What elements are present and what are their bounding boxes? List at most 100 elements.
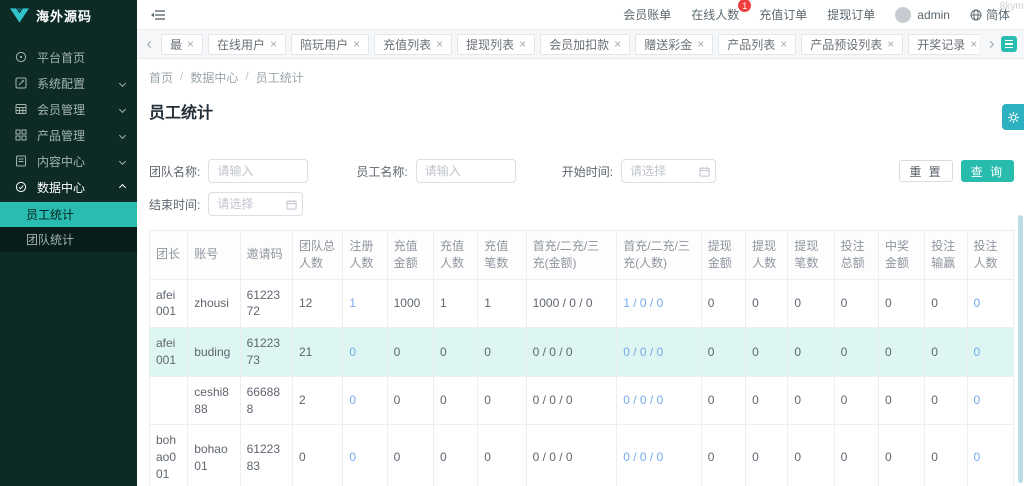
close-tab-icon[interactable]: ×	[780, 38, 787, 50]
sidebar-item-5[interactable]: 数据中心	[0, 174, 137, 200]
cell-link[interactable]: 0 / 0 / 0	[617, 376, 702, 425]
cell-link[interactable]: 0 / 0 / 0	[617, 425, 702, 486]
column-header-8: 首充/二充/三充(金额)	[526, 231, 617, 280]
sidebar-item-1[interactable]: 系统配置	[0, 70, 137, 96]
end-time-input[interactable]	[208, 192, 303, 216]
recharge-orders-link[interactable]: 充值订单	[759, 6, 807, 23]
cell-link[interactable]: 0 / 0 / 0	[617, 328, 702, 377]
cell: 0	[788, 328, 834, 377]
close-tab-icon[interactable]: ×	[970, 38, 977, 50]
cell-link[interactable]: 0	[967, 425, 1013, 486]
breadcrumb-home[interactable]: 首页	[149, 69, 173, 86]
sidebar-subitem-0[interactable]: 员工统计	[0, 202, 137, 227]
withdraw-orders-link[interactable]: 提现订单	[827, 6, 875, 23]
username: admin	[917, 8, 950, 22]
table-row-2[interactable]: ceshi888666888200000 / 0 / 00 / 0 / 0000…	[150, 376, 1014, 425]
cell-link[interactable]: 1 / 0 / 0	[617, 279, 702, 328]
cell: 1000	[387, 279, 433, 328]
close-tab-icon[interactable]: ×	[436, 38, 443, 50]
cell: 0	[834, 279, 878, 328]
tab-bar: 最×在线用户×陪玩用户×充值列表×提现列表×会员加扣款×赠送彩金×产品列表×产品…	[137, 30, 1024, 59]
sidebar-item-0[interactable]: 平台首页	[0, 44, 137, 70]
column-header-13: 投注总额	[834, 231, 878, 280]
end-time-group: 结束时间:	[149, 192, 303, 216]
column-header-14: 中奖金额	[878, 231, 924, 280]
config-icon	[15, 77, 27, 89]
chevron-down-icon	[119, 131, 126, 138]
close-tab-icon[interactable]: ×	[353, 38, 360, 50]
tab-7[interactable]: 产品列表×	[718, 34, 796, 55]
query-button[interactable]: 查 询	[961, 160, 1014, 182]
cell: 0	[387, 328, 433, 377]
team-name-input[interactable]	[208, 159, 308, 183]
tab-options-icon[interactable]	[1001, 36, 1017, 52]
settings-gear-button[interactable]	[1002, 104, 1024, 130]
tab-0[interactable]: 最×	[161, 34, 203, 55]
column-header-12: 提现笔数	[788, 231, 834, 280]
tab-9[interactable]: 开奖记录×	[908, 34, 979, 55]
sidebar-item-label: 内容中心	[37, 153, 120, 170]
user-menu[interactable]: admin	[895, 7, 950, 23]
tabs-scroll-left-icon[interactable]	[144, 42, 156, 47]
sidebar-subitem-1[interactable]: 团队统计	[0, 227, 137, 252]
logo-icon	[10, 8, 29, 23]
cell-link[interactable]: 0	[343, 328, 387, 377]
cell-link[interactable]: 0	[967, 279, 1013, 328]
cell: 0	[433, 376, 477, 425]
cell-link[interactable]: 0	[343, 376, 387, 425]
column-header-9: 首充/二充/三充(人数)	[617, 231, 702, 280]
tab-3[interactable]: 充值列表×	[374, 34, 452, 55]
app-title: 海外源码	[36, 6, 92, 25]
content-icon	[15, 155, 27, 167]
table-row-1[interactable]: afei001buding61223732100000 / 0 / 00 / 0…	[150, 328, 1014, 377]
cell: 0	[834, 376, 878, 425]
member-bills-link[interactable]: 会员账单	[623, 6, 671, 23]
sidebar-item-2[interactable]: 会员管理	[0, 96, 137, 122]
reset-button[interactable]: 重 置	[899, 160, 952, 182]
tab-6[interactable]: 赠送彩金×	[635, 34, 713, 55]
close-tab-icon[interactable]: ×	[270, 38, 277, 50]
close-tab-icon[interactable]: ×	[887, 38, 894, 50]
vertical-scrollbar[interactable]	[1018, 215, 1023, 483]
cell: 0 / 0 / 0	[526, 376, 617, 425]
tab-8[interactable]: 产品预设列表×	[801, 34, 903, 55]
end-time-label: 结束时间:	[149, 196, 200, 213]
tab-5[interactable]: 会员加扣款×	[540, 34, 630, 55]
table-row-0[interactable]: afei001zhousi61223721211000111000 / 0 / …	[150, 279, 1014, 328]
header-menu: 会员账单 在线人数 1 充值订单 提现订单 admin 简体	[623, 6, 1010, 23]
collapse-sidebar-icon[interactable]	[151, 9, 166, 21]
cell-link[interactable]: 0	[343, 425, 387, 486]
cell-link[interactable]: 0	[967, 328, 1013, 377]
sidebar-submenu: 员工统计团队统计	[0, 202, 137, 252]
online-users-link[interactable]: 在线人数 1	[691, 6, 739, 23]
start-time-group: 开始时间:	[562, 159, 716, 183]
sidebar-item-4[interactable]: 内容中心	[0, 148, 137, 174]
close-tab-icon[interactable]: ×	[187, 38, 194, 50]
tab-2[interactable]: 陪玩用户×	[291, 34, 369, 55]
close-tab-icon[interactable]: ×	[697, 38, 704, 50]
cell: bohao01	[188, 425, 240, 486]
cell-link[interactable]: 0	[967, 376, 1013, 425]
cell: 0	[478, 425, 526, 486]
close-tab-icon[interactable]: ×	[519, 38, 526, 50]
team-name-group: 团队名称:	[149, 159, 308, 183]
sidebar-item-3[interactable]: 产品管理	[0, 122, 137, 148]
cell: 0	[433, 425, 477, 486]
close-tab-icon[interactable]: ×	[614, 38, 621, 50]
chevron-down-icon	[119, 79, 126, 86]
tab-4[interactable]: 提现列表×	[457, 34, 535, 55]
staff-name-input[interactable]	[416, 159, 516, 183]
sidebar-menu: 平台首页系统配置会员管理产品管理内容中心数据中心员工统计团队统计	[0, 44, 137, 252]
table-row-3[interactable]: bohao001bohao016122383000000 / 0 / 00 / …	[150, 425, 1014, 486]
start-time-label: 开始时间:	[562, 163, 613, 180]
breadcrumb-data-center[interactable]: 数据中心	[190, 69, 238, 86]
cell: 0	[387, 425, 433, 486]
cell-link[interactable]: 1	[343, 279, 387, 328]
cell: 1000 / 0 / 0	[526, 279, 617, 328]
tabs-scroll-right-icon[interactable]	[984, 42, 996, 47]
tab-1[interactable]: 在线用户×	[208, 34, 286, 55]
logo: 海外源码	[0, 0, 137, 30]
cell: 0	[746, 279, 788, 328]
start-time-input[interactable]	[621, 159, 716, 183]
cell: 0	[925, 328, 967, 377]
